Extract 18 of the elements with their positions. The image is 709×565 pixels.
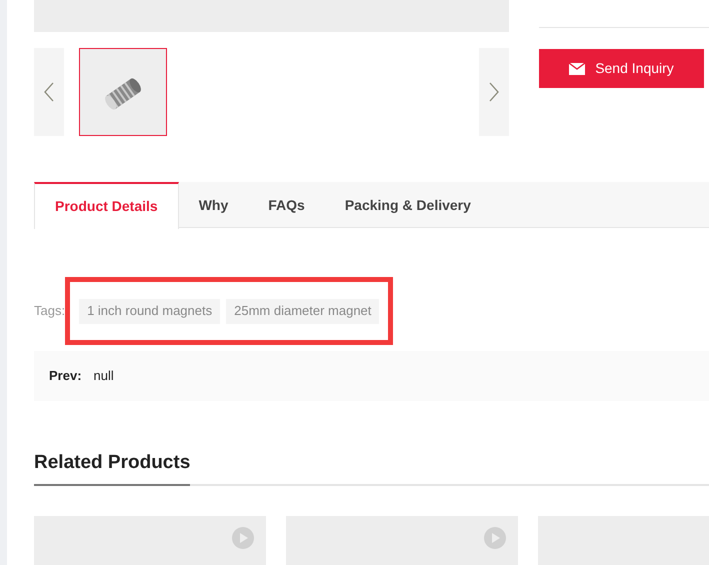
- next-button[interactable]: [479, 48, 509, 136]
- envelope-icon: [569, 62, 586, 74]
- tags-label: Tags:: [34, 302, 66, 320]
- tab[interactable]: Packing & Delivery: [324, 182, 491, 229]
- prev-label: Prev:: [49, 367, 82, 386]
- play-icon: [484, 526, 506, 548]
- product-card[interactable]: [286, 516, 518, 565]
- tab[interactable]: Product Details: [34, 182, 179, 229]
- play-icon: [232, 526, 254, 548]
- send-inquiry-button[interactable]: Send Inquiry: [539, 49, 704, 88]
- chevron-left-icon: [44, 82, 54, 102]
- previous-button[interactable]: [34, 48, 64, 136]
- chevron-right-icon: [489, 82, 499, 102]
- product-card[interactable]: [34, 516, 266, 565]
- section-heading: Related Products: [34, 449, 190, 486]
- prev-link[interactable]: null: [94, 366, 114, 386]
- tab[interactable]: Why: [178, 182, 248, 229]
- tab[interactable]: FAQs: [248, 182, 325, 229]
